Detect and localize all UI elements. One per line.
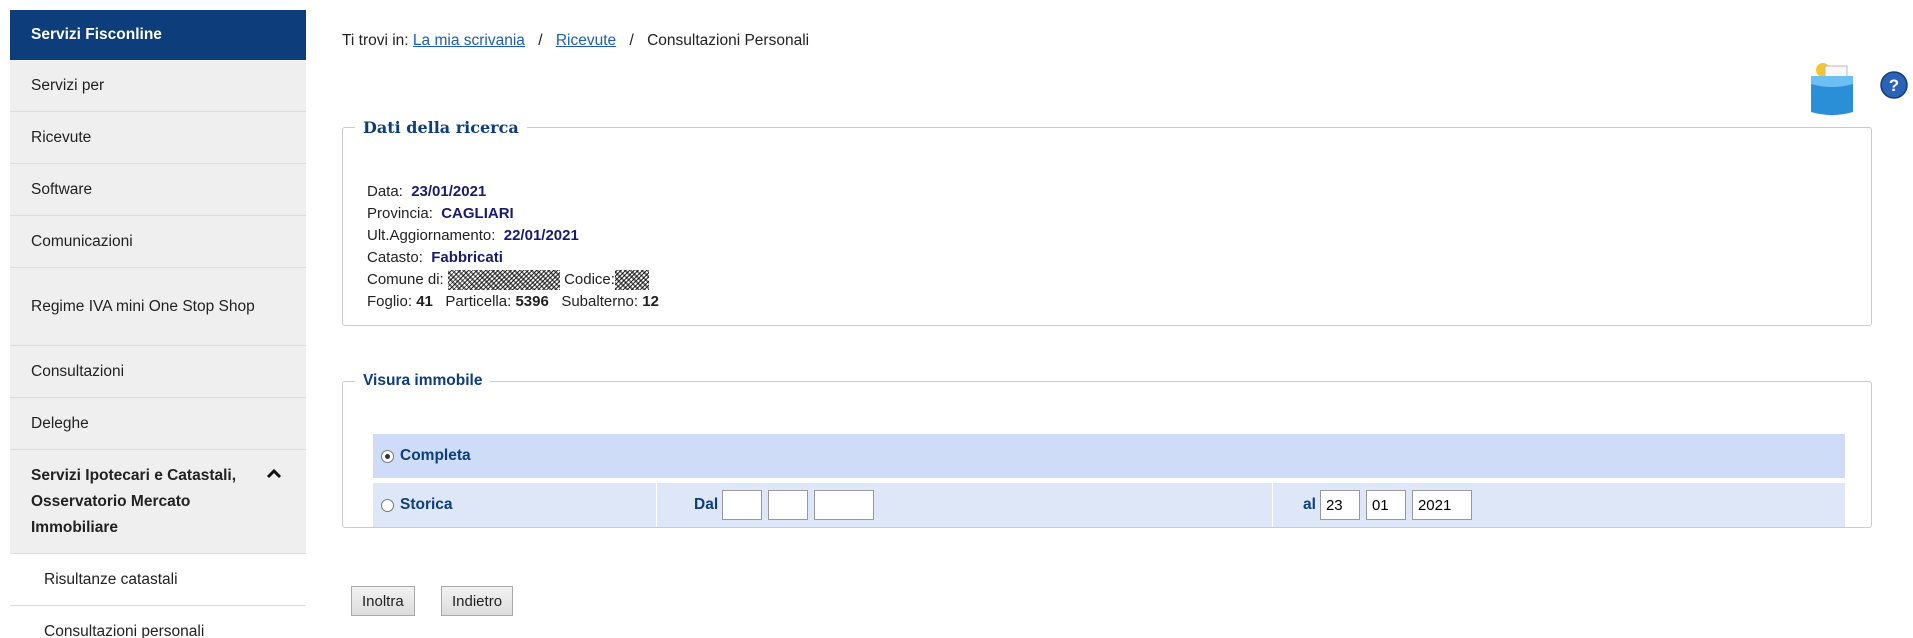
sidebar-item-regime-iva[interactable]: Regime IVA mini One Stop Shop	[10, 268, 306, 346]
radio-completa[interactable]	[381, 449, 394, 463]
al-group: al	[1297, 483, 1478, 527]
breadcrumb-link-scrivania[interactable]: La mia scrivania	[413, 32, 525, 49]
catasto-value: Fabbricati	[431, 249, 503, 266]
dal-group: Dal	[688, 483, 880, 527]
al-label: al	[1303, 496, 1316, 513]
subalterno-value: 12	[642, 293, 659, 310]
radio-completa-label[interactable]: Completa	[400, 447, 471, 465]
breadcrumb-separator: /	[629, 32, 634, 49]
foglio-label: Foglio:	[367, 293, 413, 310]
indietro-button[interactable]: Indietro	[441, 586, 514, 616]
radio-storica[interactable]	[381, 498, 394, 512]
aggiornamento-label: Ult.Aggiornamento:	[367, 227, 496, 244]
cell-divider	[1272, 483, 1273, 527]
sidebar-item-ricevute[interactable]: Ricevute	[10, 112, 306, 164]
breadcrumb-prefix: Ti trovi in:	[342, 32, 409, 49]
inoltra-button[interactable]: Inoltra	[351, 586, 415, 616]
svg-text:?: ?	[1889, 76, 1899, 95]
provincia-label: Provincia:	[367, 205, 433, 222]
chevron-up-icon[interactable]	[264, 464, 284, 484]
sidebar-item-servizi-per[interactable]: Servizi per	[10, 60, 306, 112]
particella-label: Particella:	[445, 293, 512, 310]
dal-month-input[interactable]	[768, 490, 809, 520]
breadcrumb-current: Consultazioni Personali	[647, 32, 810, 49]
comune-redacted	[447, 270, 560, 291]
catasto-label: Catasto:	[367, 249, 423, 266]
sidebar-header[interactable]: Servizi Fisconline	[10, 10, 306, 60]
al-day-input[interactable]	[1319, 490, 1360, 520]
subalterno-label: Subalterno:	[561, 293, 639, 310]
data-label: Data:	[367, 183, 403, 200]
folder-icon[interactable]	[1803, 60, 1865, 116]
comune-label: Comune di:	[367, 271, 444, 288]
sidebar-section-servizi-ipotecari[interactable]: Servizi Ipotecari e Catastali, Osservato…	[10, 450, 306, 554]
help-icon[interactable]: ?	[1879, 70, 1909, 100]
al-month-input[interactable]	[1365, 490, 1406, 520]
foglio-value: 41	[416, 293, 433, 310]
visura-immobile-panel: Visura immobile Completa Storica Dal al	[342, 372, 1872, 528]
sidebar: Servizi Fisconline Servizi per Ricevute …	[10, 10, 306, 638]
cell-divider	[656, 483, 657, 527]
sidebar-subitem-consultazioni-personali[interactable]: Consultazioni personali	[10, 606, 306, 638]
dal-year-input[interactable]	[814, 490, 875, 520]
sidebar-item-software[interactable]: Software	[10, 164, 306, 216]
dal-day-input[interactable]	[722, 490, 763, 520]
aggiornamento-value: 22/01/2021	[503, 227, 579, 244]
dati-ricerca-info: Data: 23/01/2021 Provincia: CAGLIARI Ult…	[367, 181, 659, 313]
codice-redacted	[614, 270, 649, 291]
breadcrumb-separator: /	[538, 32, 543, 49]
codice-label: Codice:	[564, 271, 615, 288]
sidebar-item-comunicazioni[interactable]: Comunicazioni	[10, 216, 306, 268]
al-year-input[interactable]	[1411, 490, 1472, 520]
visura-row-completa: Completa	[373, 434, 1845, 478]
sidebar-item-deleghe[interactable]: Deleghe	[10, 398, 306, 450]
dal-label: Dal	[694, 496, 719, 513]
breadcrumb: Ti trovi in: La mia scrivania / Ricevute…	[342, 32, 809, 50]
sidebar-subitem-risultanze[interactable]: Risultanze catastali	[10, 554, 306, 606]
toolbar-icons: ?	[1793, 60, 1913, 116]
particella-value: 5396	[515, 293, 549, 310]
sidebar-section-label: Servizi Ipotecari e Catastali, Osservato…	[31, 466, 237, 536]
data-value: 23/01/2021	[411, 183, 487, 200]
breadcrumb-link-ricevute[interactable]: Ricevute	[556, 32, 616, 49]
sidebar-item-consultazioni[interactable]: Consultazioni	[10, 346, 306, 398]
radio-storica-label[interactable]: Storica	[400, 496, 453, 514]
provincia-value: CAGLIARI	[441, 205, 514, 222]
dati-ricerca-panel: Dati della ricerca Data: 23/01/2021 Prov…	[342, 118, 1872, 326]
visura-legend: Visura immobile	[363, 372, 483, 389]
visura-row-storica: Storica Dal al	[373, 483, 1845, 527]
dati-ricerca-legend: Dati della ricerca	[363, 118, 519, 137]
